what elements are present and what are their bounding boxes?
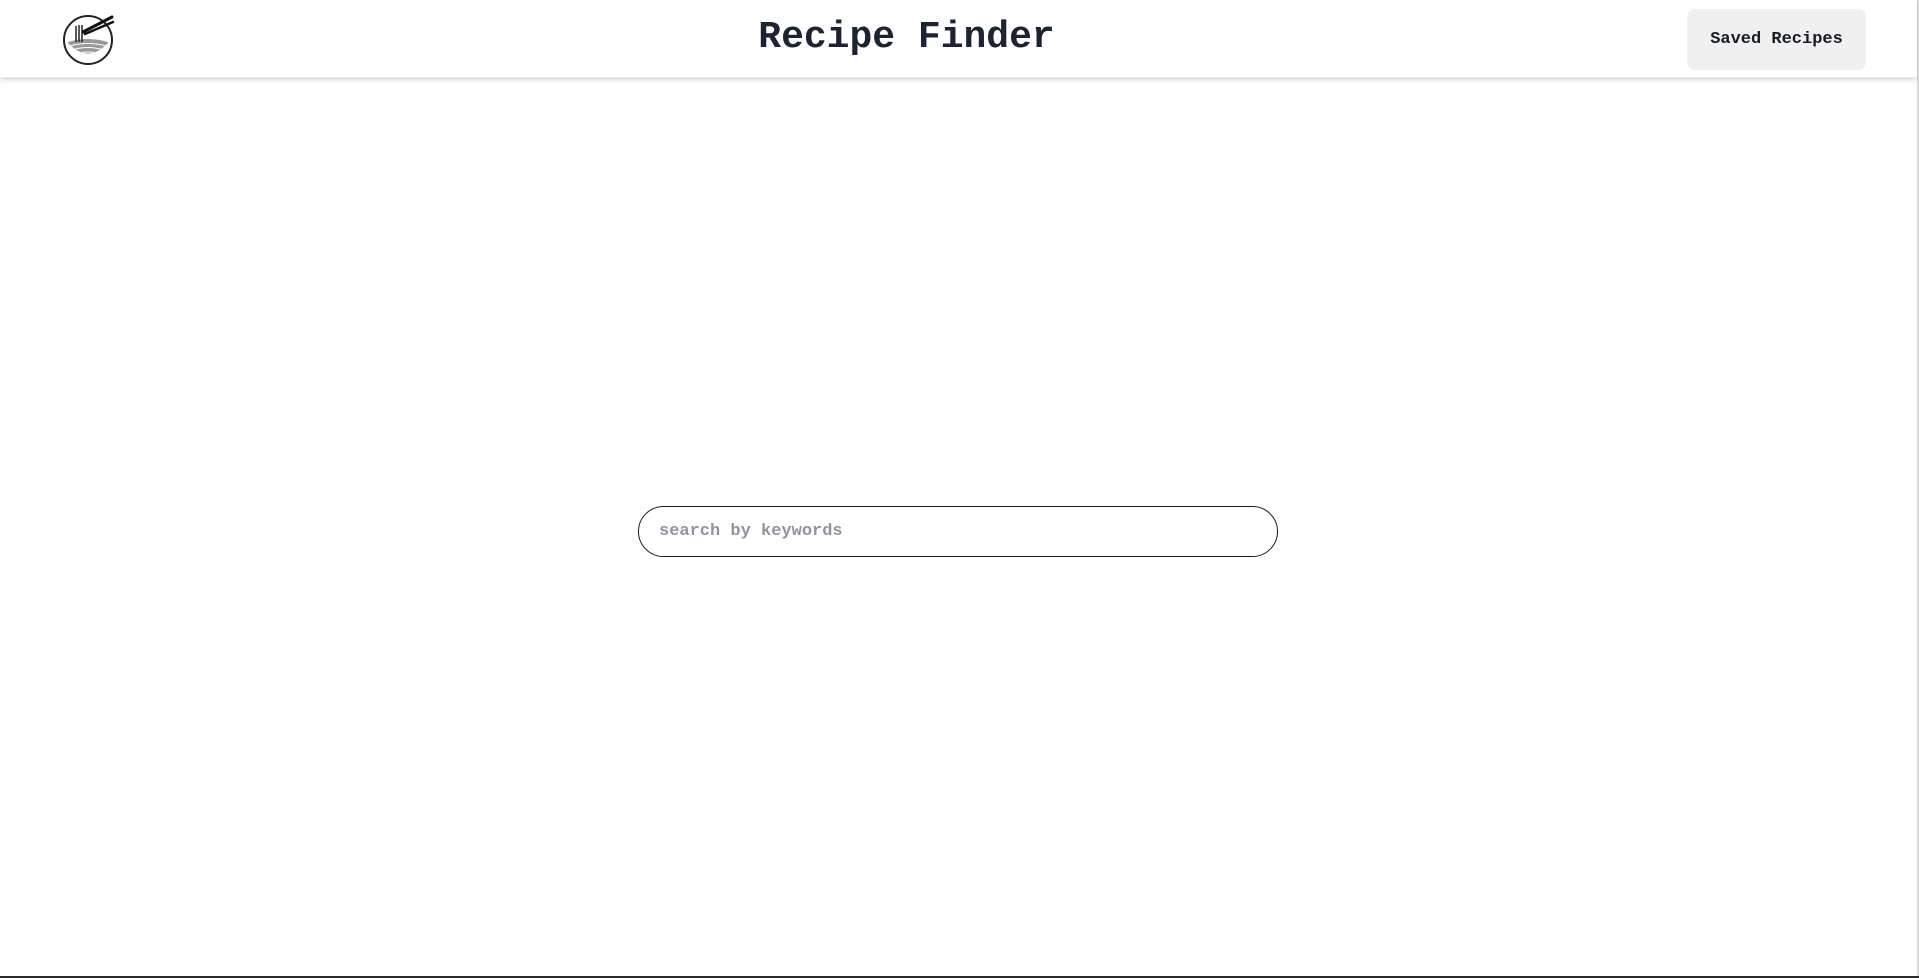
saved-recipes-button[interactable]: Saved Recipes <box>1687 9 1866 70</box>
page-title-text: Recipe Finder <box>758 16 1055 59</box>
recipe-finder-page: Recipe Finder Saved Recipes <box>0 0 1919 978</box>
app-header: Recipe Finder Saved Recipes <box>0 0 1917 78</box>
search-input[interactable] <box>638 506 1278 557</box>
noodle-bowl-logo-icon[interactable] <box>60 12 116 66</box>
search-container <box>638 506 1278 557</box>
page-title: Recipe Finder <box>0 14 1917 62</box>
